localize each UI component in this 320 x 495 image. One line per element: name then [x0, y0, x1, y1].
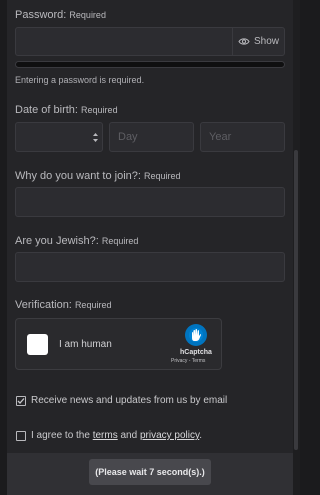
verification-label-text: Verification:: [15, 299, 72, 311]
password-strength-meter: [15, 61, 285, 68]
checkmark-icon: [17, 398, 25, 404]
hcaptcha-logo-icon: [185, 324, 207, 346]
up-down-chevron-icon: [93, 133, 98, 142]
year-placeholder: Year: [209, 131, 232, 143]
terms-label: I agree to the terms and privacy policy.: [31, 430, 202, 441]
scrollbar-thumb[interactable]: [294, 150, 298, 450]
dob-label-text: Date of birth:: [15, 104, 78, 116]
password-required-note: Required: [69, 10, 106, 20]
hcaptcha-privacy-terms-links[interactable]: Privacy - Terms: [171, 358, 205, 364]
why-join-label: Why do you want to join?: Required: [15, 170, 181, 182]
why-join-label-text: Why do you want to join?:: [15, 170, 141, 182]
year-input[interactable]: Year: [200, 122, 285, 152]
terms-and-text: and: [117, 430, 140, 441]
captcha-checkbox[interactable]: [27, 334, 48, 355]
hcaptcha-brand: hCaptcha: [180, 349, 212, 356]
password-label-text: Password:: [15, 9, 67, 21]
why-join-input[interactable]: [15, 187, 285, 217]
terms-checkbox[interactable]: [16, 431, 26, 441]
day-input[interactable]: Day: [109, 122, 194, 152]
hcaptcha-widget: I am human hCaptcha Privacy - Terms: [15, 318, 222, 370]
eye-icon: [238, 37, 250, 45]
month-select[interactable]: [15, 122, 103, 152]
submit-button[interactable]: (Please wait 7 second(s).): [89, 459, 211, 485]
terms-link[interactable]: terms: [93, 430, 118, 441]
day-placeholder: Day: [118, 131, 138, 143]
jewish-input[interactable]: [15, 252, 285, 282]
privacy-policy-link[interactable]: privacy policy: [140, 430, 199, 441]
jewish-label: Are you Jewish?: Required: [15, 235, 138, 247]
verification-required-note: Required: [74, 300, 112, 310]
captcha-label: I am human: [59, 339, 112, 350]
show-password-label: Show: [253, 35, 279, 47]
dob-label: Date of birth: Required: [15, 104, 118, 116]
terms-prefix-text: I agree to the: [31, 430, 93, 441]
password-label: Password: Required: [15, 9, 106, 21]
newsletter-checkbox[interactable]: [16, 396, 26, 406]
submit-button-label: (Please wait 7 second(s).): [95, 467, 205, 477]
terms-suffix-text: .: [199, 430, 203, 441]
show-password-button[interactable]: Show: [232, 27, 284, 55]
password-hint: Entering a password is required.: [15, 75, 145, 85]
dob-required-note: Required: [81, 105, 118, 115]
why-join-required-note: Required: [144, 171, 181, 181]
jewish-required-note: Required: [101, 236, 139, 246]
verification-label: Verification: Required: [15, 299, 111, 311]
newsletter-label: Receive news and updates from us by emai…: [31, 395, 228, 406]
jewish-label-text: Are you Jewish?:: [15, 235, 99, 247]
